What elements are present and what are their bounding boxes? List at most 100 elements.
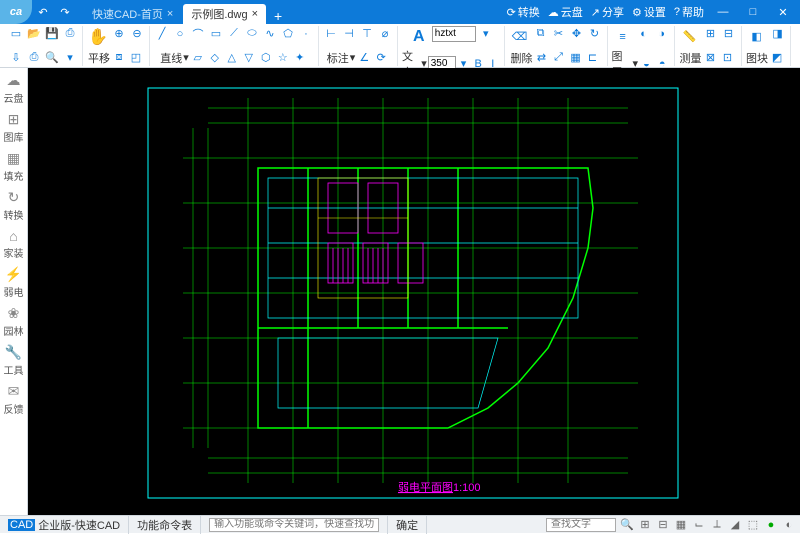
measure-icon[interactable]: 📏 — [679, 26, 701, 48]
find-icon[interactable]: 🔍 — [44, 50, 60, 66]
l2-icon[interactable]: ◑ — [654, 26, 670, 42]
color-icon[interactable]: ◕ — [795, 26, 800, 48]
maximize-button[interactable]: □ — [744, 3, 762, 21]
text-icon[interactable]: A — [408, 26, 430, 48]
tab-add-button[interactable]: + — [268, 8, 288, 24]
mirror-icon[interactable]: ⇄ — [534, 50, 550, 66]
d3-icon[interactable]: △ — [224, 50, 240, 66]
share-link[interactable]: ↗分享 — [591, 4, 624, 20]
print-icon[interactable]: ⎙ — [26, 50, 42, 66]
zoomin-icon[interactable]: ⊕ — [111, 26, 127, 42]
rect-icon[interactable]: ▭ — [208, 26, 224, 42]
sidebar-item-图库[interactable]: ⊞图库 — [4, 111, 24, 144]
dim2-icon[interactable]: ⊣ — [341, 26, 357, 42]
arc-icon[interactable]: ⌒ — [190, 26, 206, 42]
cut-icon[interactable]: ✂ — [551, 26, 567, 42]
version-badge[interactable]: CAD企业版-快速CAD — [0, 516, 129, 534]
drawing-canvas[interactable]: 弱电平面图 1:100 — [28, 68, 800, 515]
m2-icon[interactable]: ⊟ — [721, 26, 737, 42]
ellipse-icon[interactable]: ⬭ — [244, 26, 260, 42]
more-icon[interactable]: ▾ — [62, 50, 78, 66]
dim3-icon[interactable]: ⊤ — [359, 26, 375, 42]
sidebar-item-云盘[interactable]: ☁云盘 — [4, 72, 24, 105]
b2-icon[interactable]: ◩ — [769, 50, 785, 66]
dim6-icon[interactable]: ⟳ — [373, 50, 389, 66]
open-icon[interactable]: 📂 — [26, 26, 42, 42]
cloud-link[interactable]: ☁云盘 — [548, 4, 583, 20]
convert-link[interactable]: ⟳转换 — [507, 4, 540, 20]
polygon-icon[interactable]: ⬠ — [280, 26, 296, 42]
style-dd-icon[interactable]: ▾ — [478, 26, 494, 42]
sidebar-item-园林[interactable]: ❀园林 — [4, 305, 24, 338]
style-select[interactable] — [432, 26, 476, 42]
help-link[interactable]: ?帮助 — [674, 4, 704, 20]
snap9-icon[interactable]: ◐ — [782, 518, 796, 532]
layer-icon[interactable]: ≡ — [612, 26, 634, 48]
search-input[interactable] — [546, 518, 616, 532]
m4-icon[interactable]: ⊡ — [720, 50, 736, 66]
minimize-button[interactable]: — — [714, 3, 732, 21]
scale-icon[interactable]: ⤢ — [551, 50, 567, 66]
line-icon[interactable]: ╱ — [154, 26, 170, 42]
spline-icon[interactable]: ∿ — [262, 26, 278, 42]
rotate-icon[interactable]: ↻ — [587, 26, 603, 42]
pan-icon[interactable]: ✋ — [87, 26, 109, 48]
trim-icon[interactable]: ⊏ — [585, 50, 601, 66]
d4-icon[interactable]: ▽ — [241, 50, 257, 66]
polyline-icon[interactable]: ⟋ — [226, 26, 242, 42]
copy-icon[interactable]: ⧉ — [533, 26, 549, 42]
point-icon[interactable]: · — [298, 26, 314, 42]
settings-link[interactable]: ⚙设置 — [632, 4, 666, 20]
sidebar-item-转换[interactable]: ↻转换 — [4, 189, 24, 222]
snap3-icon[interactable]: ▦ — [674, 518, 688, 532]
app-logo[interactable]: ca — [0, 0, 32, 24]
d7-icon[interactable]: ✦ — [292, 50, 308, 66]
snap1-icon[interactable]: ⊞ — [638, 518, 652, 532]
close-button[interactable]: ✕ — [774, 3, 792, 21]
undo-button[interactable]: ↶ — [34, 3, 52, 21]
dim4-icon[interactable]: ⌀ — [377, 26, 393, 42]
m1-icon[interactable]: ⊞ — [703, 26, 719, 42]
d5-icon[interactable]: ⬡ — [258, 50, 274, 66]
b1-icon[interactable]: ◨ — [770, 26, 786, 42]
search-icon[interactable]: 🔍 — [620, 518, 634, 532]
delete-icon[interactable]: ⌫ — [509, 26, 531, 48]
ok-button[interactable]: 确定 — [388, 516, 427, 534]
redo-button[interactable]: ↷ — [56, 3, 74, 21]
block-icon[interactable]: ◧ — [746, 26, 768, 48]
tab-close-icon[interactable]: × — [167, 8, 173, 20]
zoomout-icon[interactable]: ⊖ — [129, 26, 145, 42]
sidebar-item-反馈[interactable]: ✉反馈 — [4, 383, 24, 416]
export-icon[interactable]: ⇩ — [8, 50, 24, 66]
zoomwin-icon[interactable]: ◰ — [128, 50, 144, 66]
dim1-icon[interactable]: ⊢ — [323, 26, 339, 42]
cmd-input[interactable] — [209, 518, 379, 532]
snap5-icon[interactable]: ⟂ — [710, 518, 724, 532]
tab-close-icon[interactable]: × — [252, 8, 258, 20]
m3-icon[interactable]: ⊠ — [703, 50, 719, 66]
new-icon[interactable]: ▭ — [8, 26, 24, 42]
array-icon[interactable]: ▦ — [568, 50, 584, 66]
dim5-icon[interactable]: ∠ — [356, 50, 372, 66]
zoomfit-icon[interactable]: ⧈ — [111, 50, 127, 66]
l1-icon[interactable]: ◐ — [636, 26, 652, 42]
move-icon[interactable]: ✥ — [569, 26, 585, 42]
snap4-icon[interactable]: ⌙ — [692, 518, 706, 532]
tab-home[interactable]: 快速CAD-首页× — [84, 4, 181, 24]
circle-icon[interactable]: ○ — [172, 26, 188, 42]
tab-file[interactable]: 示例图.dwg× — [183, 4, 266, 24]
snap6-icon[interactable]: ◢ — [728, 518, 742, 532]
d1-icon[interactable]: ▱ — [190, 50, 206, 66]
d6-icon[interactable]: ☆ — [275, 50, 291, 66]
sidebar-item-工具[interactable]: 🔧工具 — [4, 344, 24, 377]
sidebar-item-弱电[interactable]: ⚡弱电 — [4, 266, 24, 299]
save-icon[interactable]: 💾 — [44, 26, 60, 42]
snap8-icon[interactable]: ● — [764, 518, 778, 532]
cmd-table-button[interactable]: 功能命令表 — [129, 516, 201, 534]
snap7-icon[interactable]: ⬚ — [746, 518, 760, 532]
sidebar-item-填充[interactable]: ▦填充 — [4, 150, 24, 183]
d2-icon[interactable]: ◇ — [207, 50, 223, 66]
snap2-icon[interactable]: ⊟ — [656, 518, 670, 532]
saveas-icon[interactable]: ⎙ — [62, 26, 78, 42]
sidebar-item-家装[interactable]: ⌂家装 — [4, 228, 24, 260]
